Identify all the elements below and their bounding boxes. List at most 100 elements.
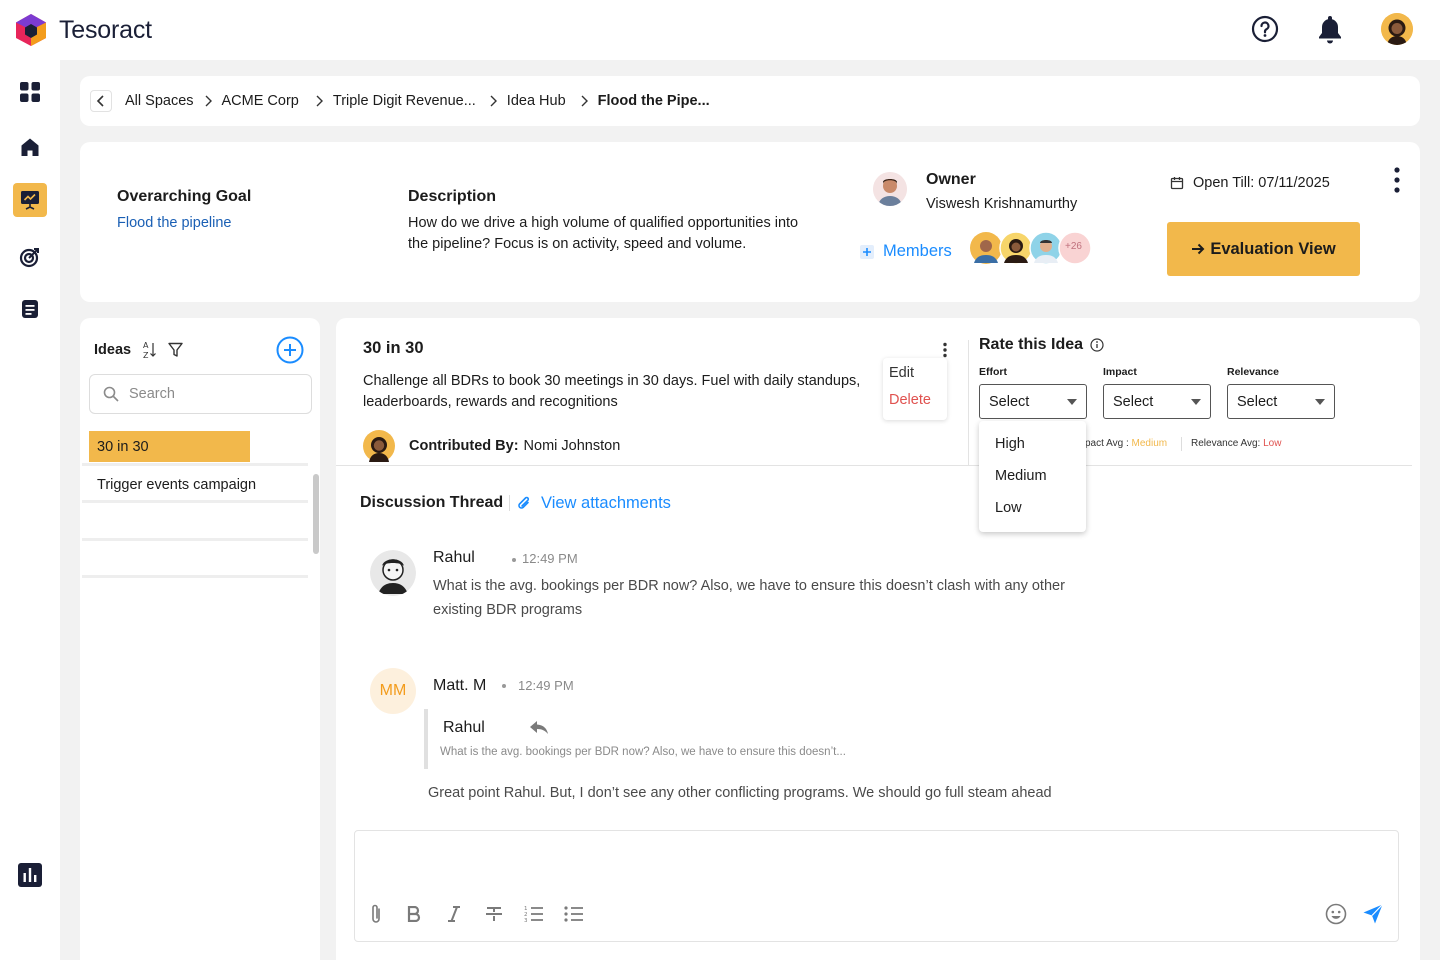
contributed-label: Contributed By: (409, 438, 519, 454)
divider (82, 500, 308, 503)
breadcrumb-item-acme-corp[interactable]: ACME Corp (222, 93, 299, 109)
relevance-select[interactable]: Select (1227, 384, 1335, 419)
info-icon[interactable] (1090, 338, 1104, 352)
idea-list-item[interactable]: Trigger events campaign (89, 469, 289, 500)
idea-list-item-selected[interactable]: 30 in 30 (89, 431, 250, 462)
description-label: Description (408, 188, 497, 205)
matt-avatar: MM (370, 668, 416, 714)
presentation-icon[interactable] (13, 183, 47, 217)
app-logo[interactable]: Tesoract (15, 13, 152, 47)
search-placeholder: Search (129, 386, 175, 402)
target-icon[interactable] (13, 240, 47, 274)
dot-separator (512, 558, 516, 562)
breadcrumb-item-all-spaces[interactable]: All Spaces (125, 93, 194, 109)
search-icon (103, 386, 119, 402)
delete-menu-item[interactable]: Delete (889, 392, 931, 408)
owner-avatar (873, 172, 907, 206)
dropdown-option-high[interactable]: High (995, 436, 1025, 452)
contributor-avatar (363, 430, 395, 462)
quote-bar (424, 709, 428, 769)
plus-circle-icon (276, 336, 304, 364)
divider (82, 575, 308, 578)
discussion-title-label: Discussion Thread (360, 494, 504, 511)
home-icon[interactable] (13, 130, 47, 164)
evaluation-view-button[interactable]: Evaluation View (1167, 222, 1360, 276)
italic-icon[interactable] (442, 902, 466, 926)
more-options-icon[interactable] (1392, 166, 1402, 196)
add-idea-button[interactable] (276, 336, 304, 369)
svg-text:3: 3 (524, 918, 528, 923)
goal-value[interactable]: Flood the pipeline (117, 215, 231, 231)
breadcrumb-item-idea-hub[interactable]: Idea Hub (507, 93, 566, 109)
divider (509, 495, 511, 511)
view-attachments-link[interactable]: View attachments (516, 494, 671, 513)
sidebar (0, 60, 60, 960)
view-attachments-label: View attachments (541, 494, 671, 512)
breadcrumb-item-triple-digit[interactable]: Triple Digit Revenue... (333, 93, 476, 109)
rahul-avatar (370, 550, 416, 596)
message-author: Rahul (433, 549, 475, 566)
breadcrumb: All Spaces ACME Corp Triple Digit Revenu… (80, 76, 1420, 126)
rate-idea-label: Rate this Idea (979, 336, 1084, 353)
message-composer[interactable]: 123 (354, 830, 1399, 942)
dot-separator (502, 684, 506, 688)
svg-text:Z: Z (143, 351, 149, 360)
sort-az-icon[interactable]: AZ (143, 340, 157, 365)
help-icon[interactable] (1250, 14, 1280, 44)
relevance-avg: Relevance Avg: Low (1191, 438, 1281, 449)
back-button[interactable] (90, 90, 112, 112)
impact-select[interactable]: Select (1103, 384, 1211, 419)
calendar-icon (1170, 177, 1184, 190)
attach-paperclip-icon[interactable] (364, 902, 388, 926)
bullet-list-icon[interactable] (562, 902, 586, 926)
effort-dropdown-menu: High Medium Low (979, 421, 1086, 532)
relevance-avg-value: Low (1263, 438, 1282, 449)
analytics-chart-icon[interactable] (13, 858, 47, 892)
plus-icon (860, 244, 874, 259)
idea-options-menu: Edit Delete (883, 358, 947, 420)
filter-icon[interactable] (168, 342, 183, 363)
contributed-by: Contributed By: Nomi Johnston (363, 430, 620, 462)
member-avatars[interactable]: +26 (969, 231, 1099, 265)
document-icon[interactable] (13, 292, 47, 326)
top-bar: Tesoract (0, 0, 1440, 60)
edit-menu-item[interactable]: Edit (889, 365, 914, 381)
evaluation-view-label: Evaluation View (1210, 239, 1336, 258)
scrollbar[interactable] (313, 474, 319, 554)
relevance-avg-label: Relevance Avg: (1191, 438, 1261, 449)
goal-card: Overarching Goal Flood the pipeline Desc… (80, 142, 1420, 302)
goal-label: Overarching Goal (117, 188, 252, 205)
divider (82, 463, 308, 466)
ideas-title: Ideas (94, 342, 132, 358)
app-name: Tesoract (59, 15, 152, 44)
quoted-author: Rahul (443, 719, 485, 736)
chevron-right-icon (489, 95, 497, 107)
impact-select-value: Select (1113, 393, 1154, 410)
divider (82, 538, 308, 541)
arrow-right-icon (1192, 243, 1205, 255)
description-text: How do we drive a high volume of qualifi… (408, 215, 799, 252)
notification-bell-icon[interactable] (1315, 14, 1345, 44)
caret-down-icon (1067, 399, 1077, 405)
effort-select[interactable]: Select (979, 384, 1087, 419)
impact-avg-value: Medium (1131, 438, 1168, 449)
dashboard-grid-icon[interactable] (13, 75, 47, 109)
members-more-count: +26 (1065, 241, 1082, 252)
send-icon[interactable] (1361, 902, 1385, 926)
chevron-right-icon (315, 95, 323, 107)
message-text: What is the avg. bookings per BDR now? A… (433, 578, 1065, 594)
strikethrough-icon[interactable] (482, 902, 506, 926)
contributor-name: Nomi Johnston (523, 438, 621, 454)
reply-icon (530, 721, 548, 734)
search-input[interactable]: Search (89, 374, 312, 414)
divider (968, 340, 969, 466)
user-avatar[interactable] (1381, 13, 1413, 45)
dropdown-option-medium[interactable]: Medium (995, 468, 1047, 484)
numbered-list-icon[interactable]: 123 (522, 902, 546, 926)
dropdown-option-low[interactable]: Low (995, 500, 1022, 516)
bold-icon[interactable] (402, 902, 426, 926)
members-button[interactable]: Members (860, 242, 952, 261)
divider (1181, 437, 1182, 451)
emoji-icon[interactable] (1324, 902, 1348, 926)
idea-title: 30 in 30 (363, 339, 424, 357)
